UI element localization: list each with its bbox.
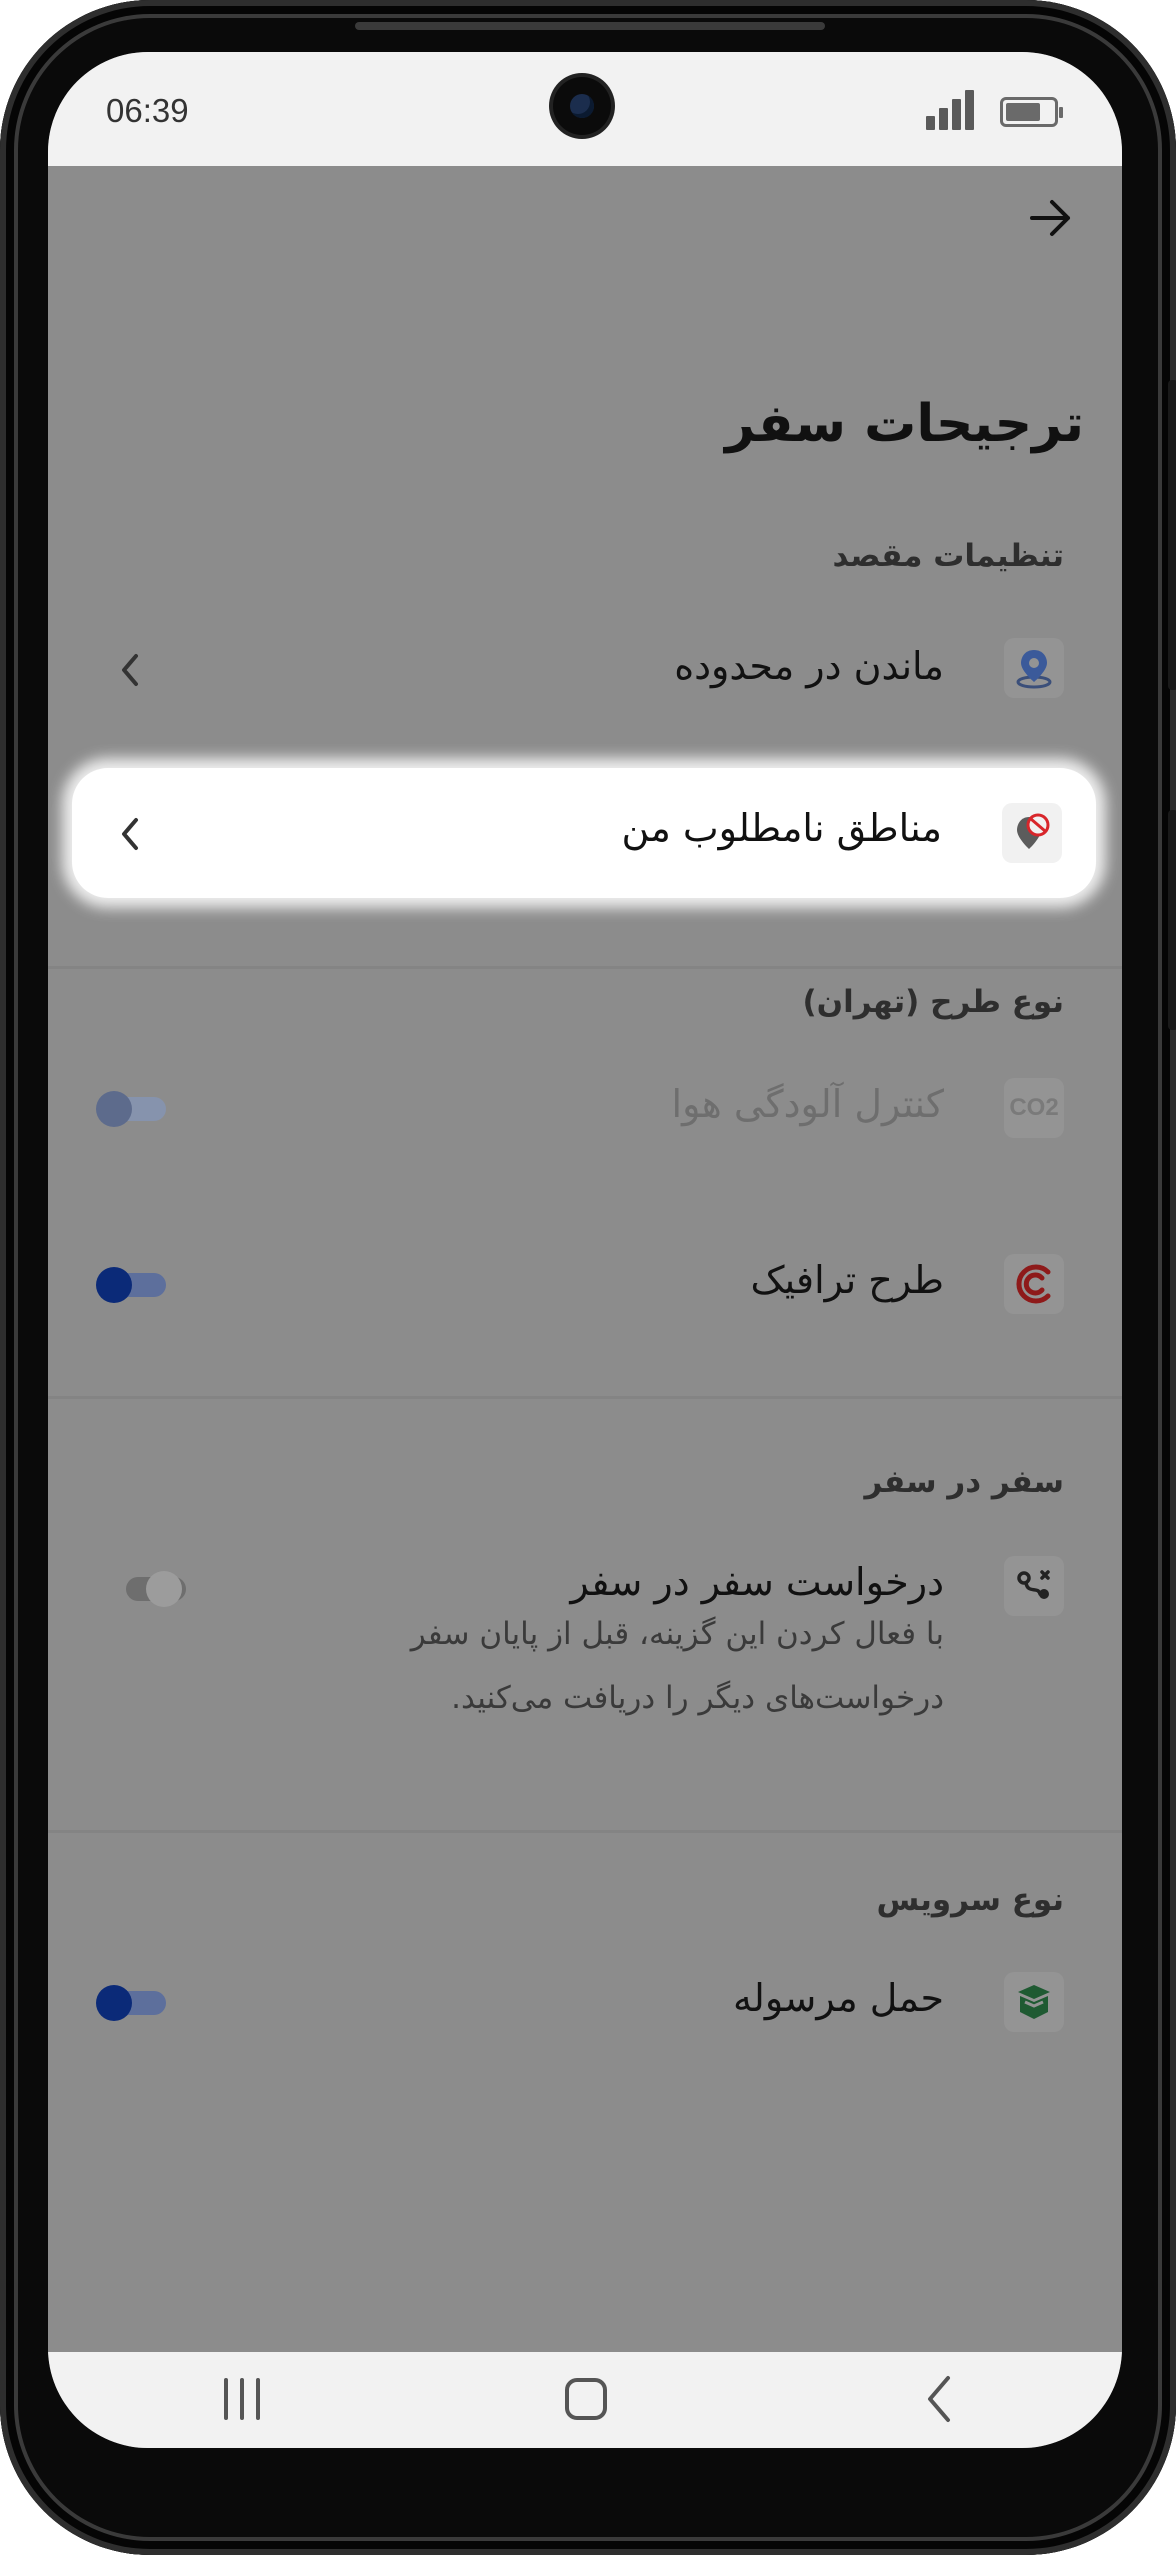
home-icon[interactable] [563,2374,609,2424]
status-bar: 06:39 [48,52,1122,166]
volume-button [1168,380,1176,690]
section-title-trip: سفر در سفر [864,1464,1064,1500]
back-arrow-icon[interactable] [1028,198,1074,238]
status-time: 06:39 [106,92,189,129]
screen: 06:39 ترجیحات سفر تنظیمات مقصد ماندن در … [48,52,1122,2448]
divider [48,966,1122,969]
phone-frame: 06:39 ترجیحات سفر تنظیمات مقصد ماندن در … [0,0,1176,2555]
list-item-label: طرح ترافیک [750,1258,944,1302]
air-pollution-toggle[interactable] [96,1091,168,1127]
power-button [1168,810,1176,1030]
chevron-left-icon [122,818,138,850]
list-item-description: با فعال کردن این گزینه، قبل از پایان سفر… [410,1616,944,1716]
page-title: ترجیحات سفر [725,394,1084,454]
list-item-label: کنترل آلودگی هوا [671,1082,944,1126]
section-title-scheme: نوع طرح (تهران) [802,984,1064,1020]
parcel-toggle[interactable] [96,1985,168,2021]
earpiece [355,22,825,30]
chevron-left-icon [122,654,138,686]
divider [48,1830,1122,1833]
co2-icon: CO2 [1004,1078,1064,1138]
back-nav-icon[interactable] [924,2374,954,2424]
front-camera [553,77,611,135]
location-pin-icon [1004,638,1064,698]
recent-apps-icon[interactable] [220,2374,264,2424]
divider [48,1396,1122,1399]
section-title-service: نوع سرویس [876,1882,1064,1918]
traffic-c-icon [1004,1254,1064,1314]
list-item-unwanted-areas[interactable]: مناطق نامطلوب من [72,768,1096,898]
list-item-label: ماندن در محدوده [674,644,944,688]
blocked-location-icon [1002,803,1062,863]
section-title-destination: تنظیمات مقصد [832,538,1064,574]
parcel-box-icon [1004,1972,1064,2032]
route-icon [1004,1556,1064,1616]
list-item-label: مناطق نامطلوب من [621,806,942,850]
traffic-scheme-toggle[interactable] [96,1267,168,1303]
list-item-label: حمل مرسوله [732,1976,944,2020]
navigation-bar [48,2352,1122,2448]
trip-in-trip-toggle[interactable] [116,1571,188,1607]
preferences-screen: ترجیحات سفر تنظیمات مقصد ماندن در محدوده [48,166,1122,2352]
list-item-label: درخواست سفر در سفر [570,1560,944,1604]
signal-icon [926,90,978,130]
battery-icon [1000,97,1063,127]
